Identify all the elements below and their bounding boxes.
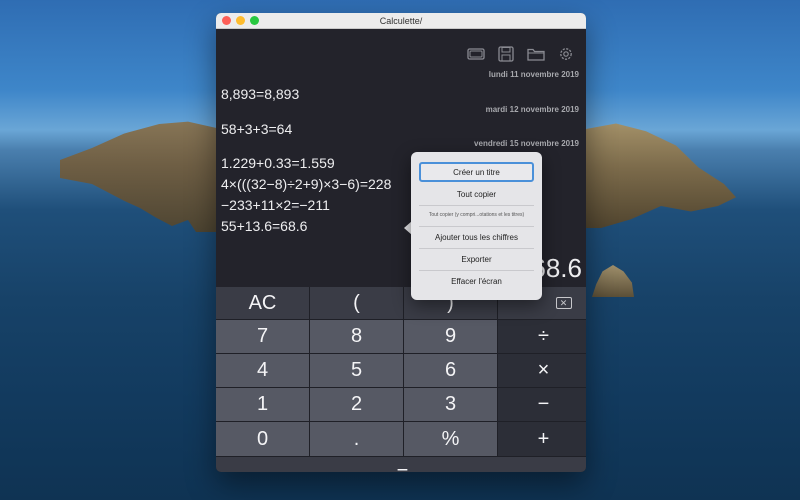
digit-4-button[interactable]: 4 [216,354,309,387]
minimize-button[interactable] [236,16,245,25]
open-paren-button[interactable]: ( [310,287,403,319]
history-date: lundi 11 novembre 2019 [488,70,579,79]
gear-icon[interactable] [557,46,575,62]
menu-item-clear-screen[interactable]: Effacer l'écran [419,273,534,289]
menu-separator [419,270,534,271]
backspace-icon: ✕ [555,297,572,309]
context-menu: Créer un titre Tout copier Tout copier (… [411,152,542,300]
digit-6-button[interactable]: 6 [404,354,497,387]
digit-1-button[interactable]: 1 [216,388,309,421]
title-bar: Calculette/ [216,13,586,29]
history-line: 1.229+0.33=1.559 [221,155,335,171]
desktop-island-left [60,121,220,232]
history-line: 58+3+3=64 [221,121,293,137]
menu-separator [419,205,534,206]
digit-8-button[interactable]: 8 [310,320,403,353]
zoom-button[interactable] [250,16,259,25]
decimal-button[interactable]: . [310,422,403,456]
history-line: 55+13.6=68.6 [221,218,308,234]
keypad: AC ( ) ✕ 7 8 9 ÷ 4 5 6 × 1 2 3 − 0 . % +… [216,287,586,472]
digit-9-button[interactable]: 9 [404,320,497,353]
digit-0-button[interactable]: 0 [216,422,309,456]
folder-icon[interactable] [527,46,545,62]
equals-button[interactable]: = [216,457,586,472]
menu-item-copy-all-with-annotations[interactable]: Tout copier (y compri...otations et les … [419,208,534,222]
history-line: −233+11×2=−211 [221,197,330,213]
history-line: 8,893=8,893 [221,86,300,102]
clear-button[interactable]: AC [216,287,309,319]
window-controls [222,16,259,25]
screen-icon[interactable] [467,46,485,62]
plus-button[interactable]: + [498,422,586,456]
history-date: mardi 12 novembre 2019 [485,105,579,114]
history-line: 4×(((32−8)÷2+9)×3−6)=228 [221,176,392,192]
menu-item-add-all-numbers[interactable]: Ajouter tous les chiffres [419,229,534,245]
toolbar [467,46,575,62]
multiply-button[interactable]: × [498,354,586,387]
menu-separator [419,226,534,227]
history-date: vendredi 15 novembre 2019 [474,139,579,148]
desktop-rock [592,265,634,297]
window-title: Calculette/ [379,15,423,26]
divide-button[interactable]: ÷ [498,320,586,353]
digit-5-button[interactable]: 5 [310,354,403,387]
menu-item-create-title[interactable]: Créer un titre [419,162,534,182]
menu-separator [419,248,534,249]
digit-3-button[interactable]: 3 [404,388,497,421]
percent-button[interactable]: % [404,422,497,456]
menu-item-copy-all[interactable]: Tout copier [419,186,534,202]
digit-7-button[interactable]: 7 [216,320,309,353]
menu-item-export[interactable]: Exporter [419,251,534,267]
minus-button[interactable]: − [498,388,586,421]
save-icon[interactable] [497,46,515,62]
desktop-island-right [586,123,736,228]
close-button[interactable] [222,16,231,25]
digit-2-button[interactable]: 2 [310,388,403,421]
